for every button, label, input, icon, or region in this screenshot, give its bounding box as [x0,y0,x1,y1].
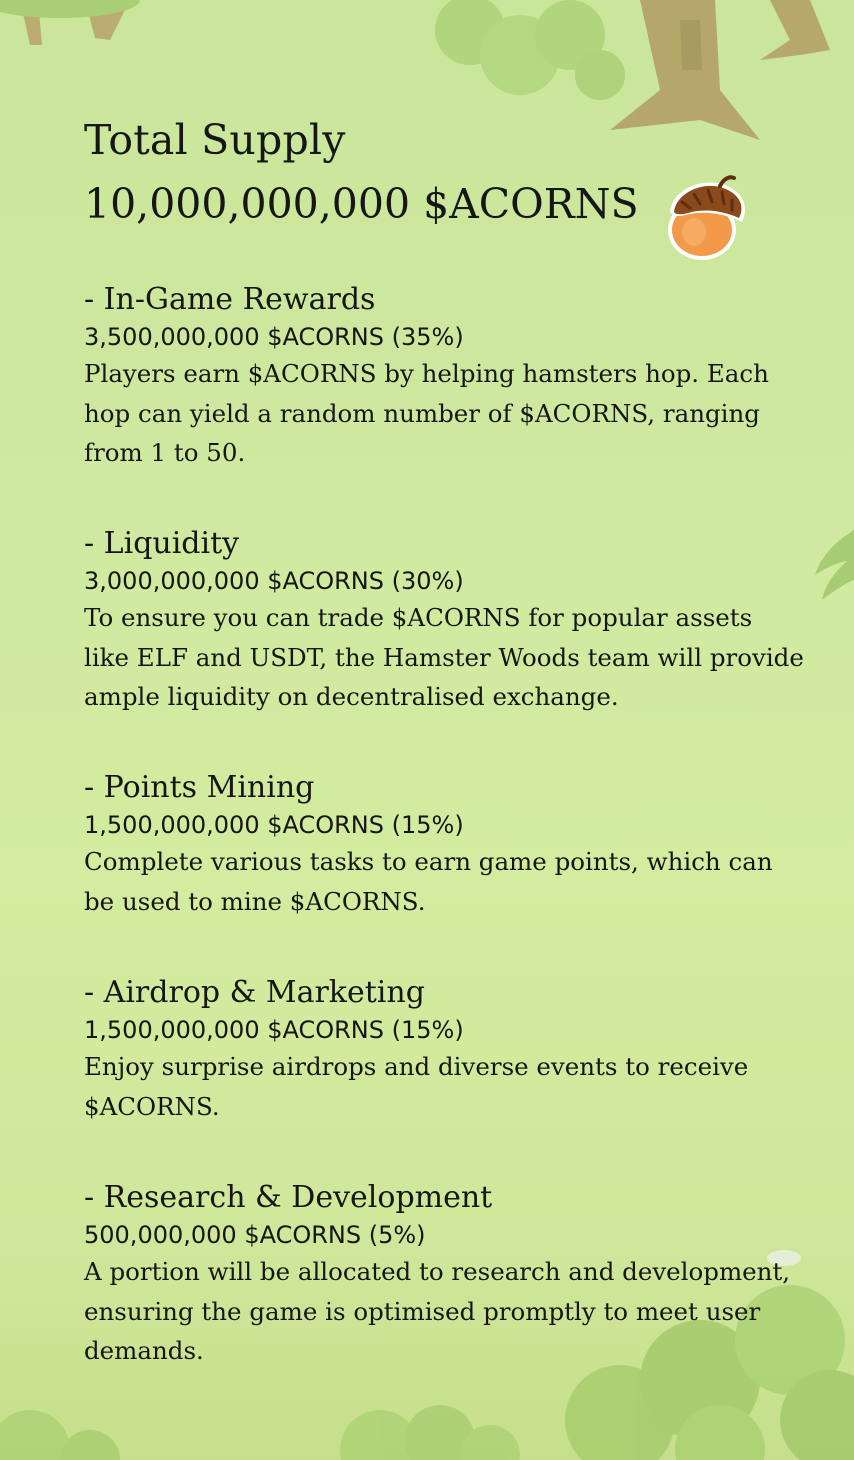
section-amount: 1,500,000,000 $ACORNS (15%) [84,811,464,839]
bush-bottom-left [0,1410,120,1460]
acorn-icon [668,175,746,260]
bush-top [435,0,625,100]
section-title: - Research & Development [84,1180,493,1215]
section-title: - Liquidity [84,526,240,561]
allocation-points-mining: - Points Mining 1,500,000,000 $ACORNS (1… [84,768,804,921]
bush-bottom-center [340,1405,520,1460]
section-description: A portion will be allocated to research … [84,1257,791,1365]
section-title: - Points Mining [84,770,315,805]
fern-right [815,530,854,600]
allocation-in-game-rewards: - In-Game Rewards 3,500,000,000 $ACORNS … [84,280,804,473]
section-description: To ensure you can trade $ACORNS for popu… [84,603,804,711]
section-description: Players earn $ACORNS by helping hamsters… [84,359,769,467]
section-amount: 3,000,000,000 $ACORNS (30%) [84,567,464,595]
section-description: Complete various tasks to earn game poin… [84,847,773,916]
allocation-airdrop-marketing: - Airdrop & Marketing 1,500,000,000 $ACO… [84,973,804,1126]
page-title: Total Supply [84,116,346,164]
tree-top-left [0,0,140,45]
section-title: - In-Game Rewards [84,282,376,317]
section-amount: 1,500,000,000 $ACORNS (15%) [84,1016,464,1044]
section-amount: 500,000,000 $ACORNS (5%) [84,1221,426,1249]
section-description: Enjoy surprise airdrops and diverse even… [84,1052,749,1121]
section-title: - Airdrop & Marketing [84,975,425,1010]
allocation-liquidity: - Liquidity 3,000,000,000 $ACORNS (30%) … [84,524,804,717]
section-amount: 3,500,000,000 $ACORNS (35%) [84,323,464,351]
allocation-research-development: - Research & Development 500,000,000 $AC… [84,1178,804,1371]
